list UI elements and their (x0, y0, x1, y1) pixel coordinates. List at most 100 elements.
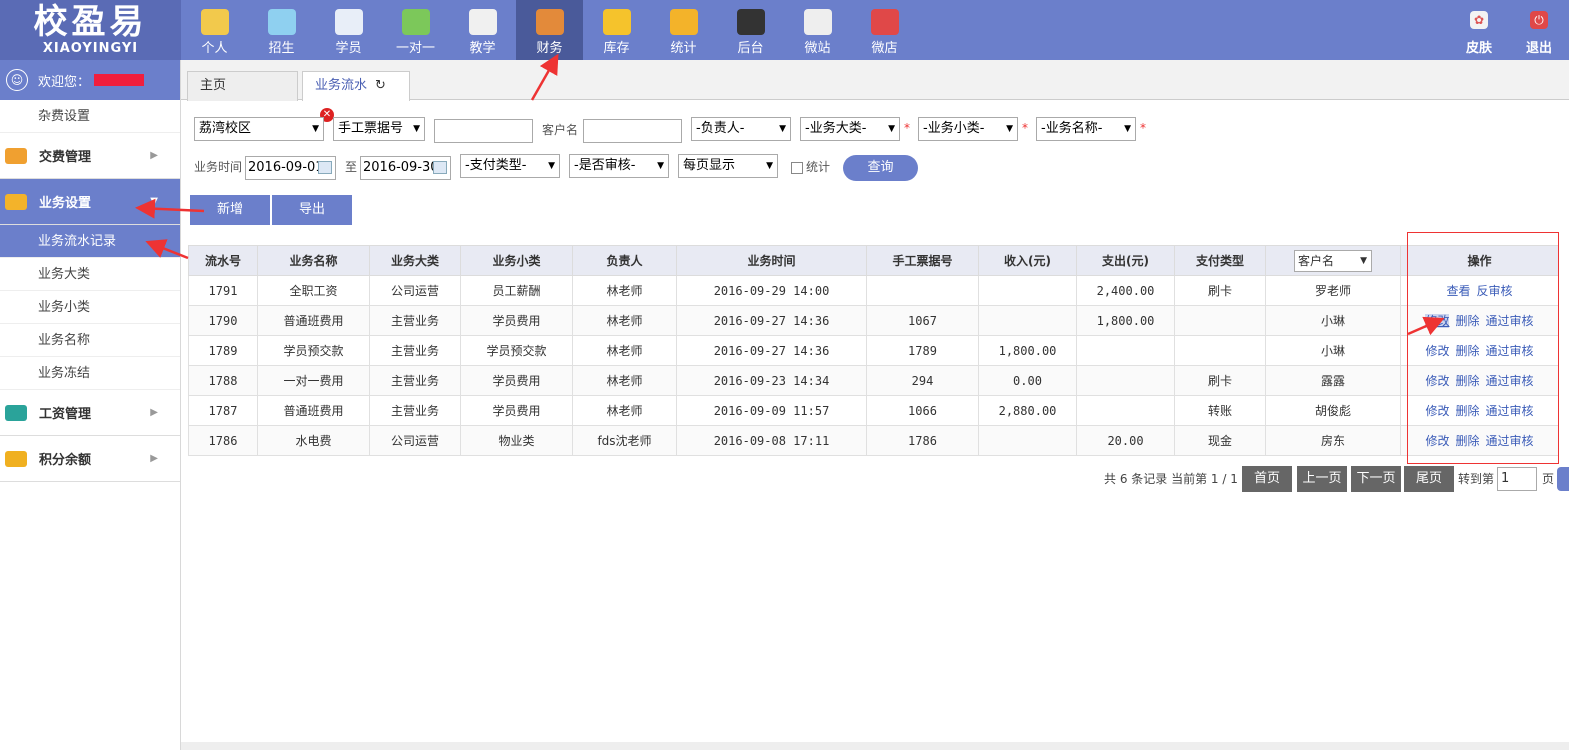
cell-pay: 现金 (1174, 425, 1266, 456)
cell-pay (1174, 335, 1266, 366)
pay-type-select[interactable]: -支付类型- (460, 154, 560, 178)
sidebar-item-label: 业务大类 (38, 267, 91, 282)
nav-item[interactable]: 招生 (248, 0, 315, 60)
cell-sub: 学员预交款 (460, 335, 573, 366)
sidebar-group[interactable]: 交费管理 ▶ (0, 133, 180, 179)
nav-item[interactable]: 微店 (851, 0, 918, 60)
query-button[interactable]: 查询 (843, 155, 918, 181)
audited-select[interactable]: -是否审核- (569, 154, 669, 178)
tab-bar: 主页 业务流水 ↻✕ (181, 60, 1569, 122)
stats-checkbox[interactable] (791, 162, 803, 174)
welcome-bar: ☺ 欢迎您： (0, 60, 180, 100)
tab-business-flow[interactable]: 业务流水 ↻✕ (302, 71, 410, 122)
logout-button[interactable]: ⏻ 退出 (1509, 0, 1569, 60)
sidebar-item[interactable]: 业务小类 (0, 291, 180, 324)
last-page-button[interactable]: 尾页 (1404, 466, 1454, 492)
skin-button[interactable]: ✿ 皮肤 (1449, 0, 1509, 60)
date-from-input[interactable]: 2016-09-01 (245, 156, 336, 180)
page-input[interactable]: 1 (1497, 467, 1537, 491)
nav-label: 后台 (737, 41, 764, 56)
cell-expense (1076, 365, 1175, 396)
nav-label: 财务 (536, 41, 563, 56)
footer-bar (181, 742, 1569, 750)
owner-select[interactable]: -负责人- (691, 117, 791, 141)
briefcase-icon (535, 9, 564, 35)
smiley-icon: ☺ (6, 69, 28, 91)
sidebar-item[interactable]: 业务冻结 (0, 357, 180, 390)
tab-home[interactable]: 主页 (187, 71, 298, 101)
table-row: 1788 一对一费用 主营业务 学员费用 林老师 2016-09-23 14:34 294 0… (188, 365, 1559, 396)
refresh-icon[interactable]: ↻ (375, 78, 386, 93)
cell-pay: 转账 (1174, 395, 1266, 426)
chat-icon (401, 9, 430, 35)
sidebar-item[interactable]: 业务名称 (0, 324, 180, 357)
next-page-button[interactable]: 下一页 (1351, 466, 1401, 492)
receipt-input[interactable] (434, 119, 533, 143)
page-suffix: 页 (1542, 472, 1555, 486)
cell-id: 1788 (188, 365, 258, 396)
first-page-button[interactable]: 首页 (1242, 466, 1292, 492)
receipt-type-value: 手工票据号 (338, 121, 404, 136)
calendar-icon[interactable] (433, 161, 447, 174)
prev-page-button[interactable]: 上一页 (1297, 466, 1347, 492)
nav-item[interactable]: 教学 (449, 0, 516, 60)
receipt-type-select[interactable]: 手工票据号 (333, 117, 425, 141)
nav-item[interactable]: 学员 (315, 0, 382, 60)
welcome-text: 欢迎您： (38, 74, 91, 90)
sidebar-item-label: 业务冻结 (38, 366, 91, 381)
subcategory-select[interactable]: -业务小类- (918, 117, 1018, 141)
nav-label: 微站 (804, 41, 831, 56)
cell-owner: 林老师 (572, 395, 677, 426)
category-select[interactable]: -业务大类- (800, 117, 900, 141)
sidebar-item-label: 杂费设置 (38, 109, 91, 124)
export-button[interactable]: 导出 (272, 195, 352, 225)
nav-item[interactable]: 后台 (717, 0, 784, 60)
sidebar-group-label: 工资管理 (39, 407, 92, 422)
nav-label: 皮肤 (1465, 41, 1492, 56)
to-label: 至 (345, 160, 358, 174)
table-row: 1789 学员预交款 主营业务 学员预交款 林老师 2016-09-27 14:36 178… (188, 335, 1559, 366)
nav-item[interactable]: 微站 (784, 0, 851, 60)
customer-col-header: 客户名 (1265, 245, 1401, 276)
sidebar-group[interactable]: 工资管理 ▶ (0, 390, 180, 436)
go-button[interactable] (1557, 467, 1569, 491)
campus-select[interactable]: 荔湾校区 (194, 117, 324, 141)
nav-item[interactable]: 统计 (650, 0, 717, 60)
customer-header-select[interactable]: 客户名 (1294, 249, 1372, 272)
calendar-icon[interactable] (318, 161, 332, 174)
sidebar-item[interactable]: 杂费设置 (0, 100, 180, 133)
col-header: 支出(元) (1076, 245, 1175, 276)
payment-icon (5, 147, 27, 164)
salary-icon (5, 404, 27, 421)
sidebar-item[interactable]: 业务流水记录 (0, 225, 180, 258)
business-name-select[interactable]: -业务名称- (1036, 117, 1136, 141)
sidebar-item-label: 业务流水记录 (38, 234, 117, 249)
per-page-value: 每页显示 (683, 158, 736, 173)
cell-name: 水电费 (257, 425, 370, 456)
cell-owner: 林老师 (572, 275, 677, 306)
col-header: 支付类型 (1174, 245, 1266, 276)
nav-item[interactable]: 财务 (516, 0, 583, 60)
sidebar-group[interactable]: 积分余额 ▶ (0, 436, 180, 482)
cell-time: 2016-09-08 17:11 (676, 425, 867, 456)
pie-icon (602, 9, 631, 35)
owner-value: -负责人- (696, 121, 745, 136)
customer-input[interactable] (583, 119, 682, 143)
nav-item[interactable]: 一对一 (382, 0, 449, 60)
cell-receipt: 1789 (866, 335, 979, 366)
per-page-select[interactable]: 每页显示 (678, 154, 778, 178)
cell-owner: 林老师 (572, 365, 677, 396)
nav-item[interactable]: 个人 (181, 0, 248, 60)
add-button[interactable]: 新增 (190, 195, 270, 225)
cell-sub: 学员费用 (460, 365, 573, 396)
cell-expense: 1,800.00 (1076, 305, 1175, 336)
cell-name: 一对一费用 (257, 365, 370, 396)
sidebar-item[interactable]: 业务大类 (0, 258, 180, 291)
sidebar-group[interactable]: 业务设置 ▼ (0, 179, 180, 225)
col-header: 负责人 (572, 245, 677, 276)
user-nav: ✿ 皮肤 ⏻ 退出 (1449, 0, 1569, 60)
date-to-input[interactable]: 2016-09-30 (360, 156, 451, 180)
nav-item[interactable]: 库存 (583, 0, 650, 60)
cell-income (978, 425, 1077, 456)
cell-cat: 主营业务 (369, 395, 461, 426)
